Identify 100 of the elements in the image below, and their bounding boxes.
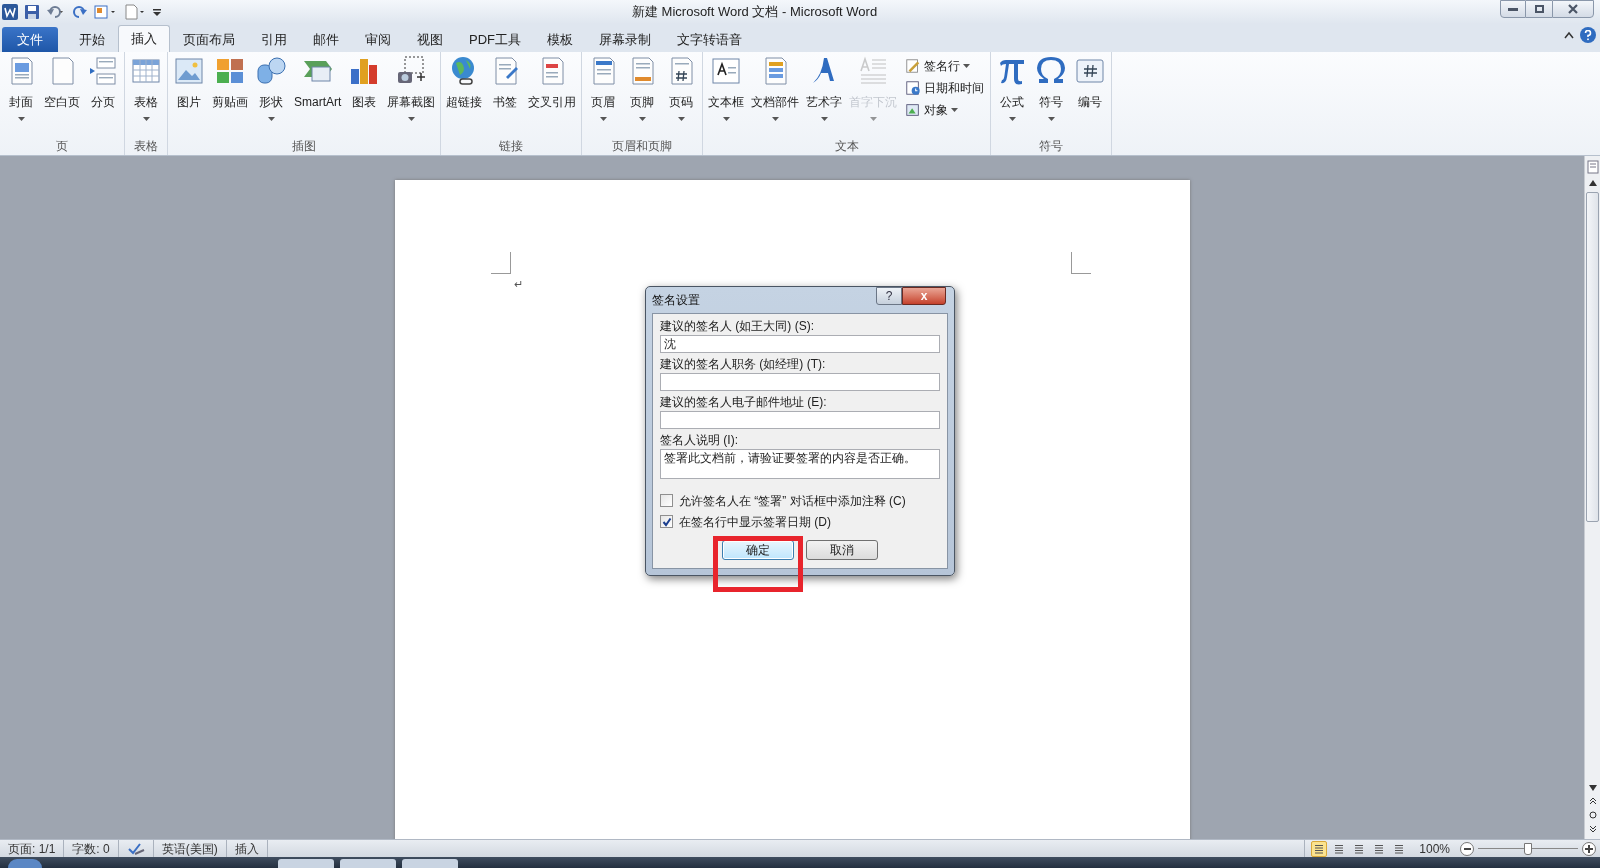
ribbon-button[interactable]: 对象	[905, 99, 985, 121]
dropdown-caret-icon[interactable]	[722, 117, 730, 121]
ribbon-button[interactable]: 空白页	[41, 55, 83, 137]
dropdown-caret-icon[interactable]	[599, 117, 607, 121]
dropdown-caret-icon[interactable]	[638, 117, 646, 121]
slider-thumb[interactable]	[1524, 842, 1532, 855]
ribbon-button[interactable]: 公式	[993, 55, 1032, 137]
ribbon-button[interactable]: 交叉引用	[525, 55, 580, 137]
ribbon-button[interactable]: 文档部件	[748, 55, 803, 137]
dropdown-caret-icon[interactable]	[17, 117, 25, 121]
redo-icon[interactable]	[72, 4, 88, 20]
dropdown-caret-icon[interactable]	[951, 108, 959, 112]
ribbon-button[interactable]: 图表	[345, 55, 384, 137]
group-label: 链接	[499, 138, 524, 155]
close-icon	[1567, 4, 1579, 14]
checkbox[interactable]	[660, 515, 673, 528]
ribbon-tab[interactable]: 审阅	[352, 27, 404, 52]
ribbon-tab[interactable]: 插入	[118, 25, 170, 52]
dropdown-caret-icon[interactable]	[1047, 117, 1055, 121]
ribbon-tab[interactable]: 引用	[248, 27, 300, 52]
ribbon-button[interactable]: 编号	[1071, 55, 1110, 137]
picture-icon	[173, 55, 205, 87]
input-field[interactable]	[660, 373, 940, 391]
scroll-up-icon[interactable]	[1588, 180, 1597, 186]
ribbon-tab[interactable]: 视图	[404, 27, 456, 52]
ribbon-tab[interactable]: 开始	[66, 27, 118, 52]
field-label: 签名人说明 (I):	[660, 433, 739, 448]
input-field[interactable]: 签署此文档前，请验证要签署的内容是否正确。	[660, 449, 940, 479]
dropdown-caret-icon[interactable]	[771, 117, 779, 121]
save-icon[interactable]	[24, 4, 40, 20]
scroll-down-icon[interactable]	[1588, 785, 1597, 791]
zoom-slider[interactable]	[1478, 841, 1578, 856]
word-logo-icon[interactable]	[2, 4, 18, 20]
dialog-button[interactable]: 确定	[722, 540, 794, 560]
ribbon-button[interactable]: 图片	[170, 55, 208, 137]
view-icon	[1374, 843, 1385, 854]
start-button[interactable]	[8, 859, 42, 868]
ribbon-button[interactable]: SmartArt	[291, 55, 345, 137]
text-box-icon	[710, 55, 743, 87]
ribbon-tab[interactable]: 模板	[534, 27, 586, 52]
ruler-toggle-icon[interactable]	[1586, 160, 1599, 174]
ribbon-button[interactable]: 符号	[1032, 55, 1071, 137]
ribbon-button[interactable]: 艺术字	[803, 55, 846, 137]
ribbon-button[interactable]: 分页	[84, 55, 122, 137]
dropdown-caret-icon[interactable]	[1008, 117, 1016, 121]
layout-icon[interactable]	[94, 4, 118, 20]
minimize-button[interactable]	[1500, 0, 1526, 18]
ribbon-button[interactable]: 页码	[662, 55, 701, 137]
undo-icon[interactable]	[46, 4, 66, 20]
browse-object-icon[interactable]	[1588, 811, 1597, 819]
help-button[interactable]: ?	[876, 287, 902, 305]
ribbon-button[interactable]: 页脚	[623, 55, 662, 137]
ribbon-button[interactable]: 超链接	[443, 55, 486, 137]
checkbox-label: 允许签名人在 “签署” 对话框中添加注释 (C)	[679, 492, 906, 510]
ribbon-button[interactable]: 签名行	[905, 55, 985, 77]
scroll-thumb[interactable]	[1586, 192, 1599, 522]
plus-icon	[1585, 844, 1593, 853]
zoom-in-button[interactable]	[1582, 841, 1596, 856]
ribbon-tab[interactable]: 页面布局	[170, 27, 248, 52]
collapse-ribbon-icon[interactable]	[1564, 31, 1574, 39]
ribbon-button[interactable]: 封面	[2, 55, 40, 137]
ribbon-button[interactable]: 文本框	[705, 55, 748, 137]
vertical-scrollbar[interactable]	[1584, 156, 1600, 839]
zoom-level[interactable]: 100%	[1419, 839, 1450, 858]
zoom-out-button[interactable]	[1460, 841, 1474, 856]
ribbon-tab[interactable]: 屏幕录制	[586, 27, 664, 52]
ribbon-button[interactable]: 书签	[486, 55, 525, 137]
ribbon-tab[interactable]: 邮件	[300, 27, 352, 52]
ribbon-button[interactable]: 页眉	[584, 55, 623, 137]
dropdown-caret-icon[interactable]	[407, 117, 415, 121]
input-field[interactable]: 沈	[660, 335, 940, 353]
ribbon-tab[interactable]: 文件	[2, 27, 58, 52]
input-field[interactable]	[660, 411, 940, 429]
ribbon-button[interactable]: 剪贴画	[209, 55, 251, 137]
field-label: 建议的签名人职务 (如经理) (T):	[660, 357, 827, 372]
ribbon-button[interactable]: 表格	[127, 55, 165, 137]
dropdown-caret-icon[interactable]	[820, 117, 828, 121]
dropdown-caret-icon[interactable]	[267, 117, 275, 121]
dropdown-caret-icon[interactable]	[963, 64, 971, 68]
checkbox[interactable]	[660, 494, 673, 507]
ribbon-tab[interactable]: 文字转语音	[664, 27, 755, 52]
margin-mark	[490, 252, 511, 274]
ribbon-button[interactable]: 日期和时间	[905, 77, 985, 99]
help-icon[interactable]	[1580, 27, 1596, 43]
restore-button[interactable]	[1526, 0, 1552, 18]
next-page-icon[interactable]	[1588, 825, 1597, 833]
group-label: 文本	[834, 138, 859, 155]
view-icon	[1314, 843, 1325, 854]
ribbon-tab[interactable]: PDF工具	[456, 27, 534, 52]
ribbon-button[interactable]: 屏幕截图	[384, 55, 439, 137]
dropdown-caret-icon[interactable]	[142, 117, 150, 121]
dropdown-caret-icon[interactable]	[677, 117, 685, 121]
proofing-check-icon[interactable]	[126, 841, 145, 856]
close-button[interactable]	[1552, 0, 1594, 18]
view-button[interactable]	[1311, 840, 1328, 857]
ribbon-button[interactable]: 形状	[252, 55, 290, 137]
previous-page-icon[interactable]	[1588, 797, 1597, 805]
group-label: 页	[56, 138, 68, 155]
dialog-button[interactable]: 取消	[806, 540, 878, 560]
new-page-icon[interactable]	[124, 4, 146, 20]
